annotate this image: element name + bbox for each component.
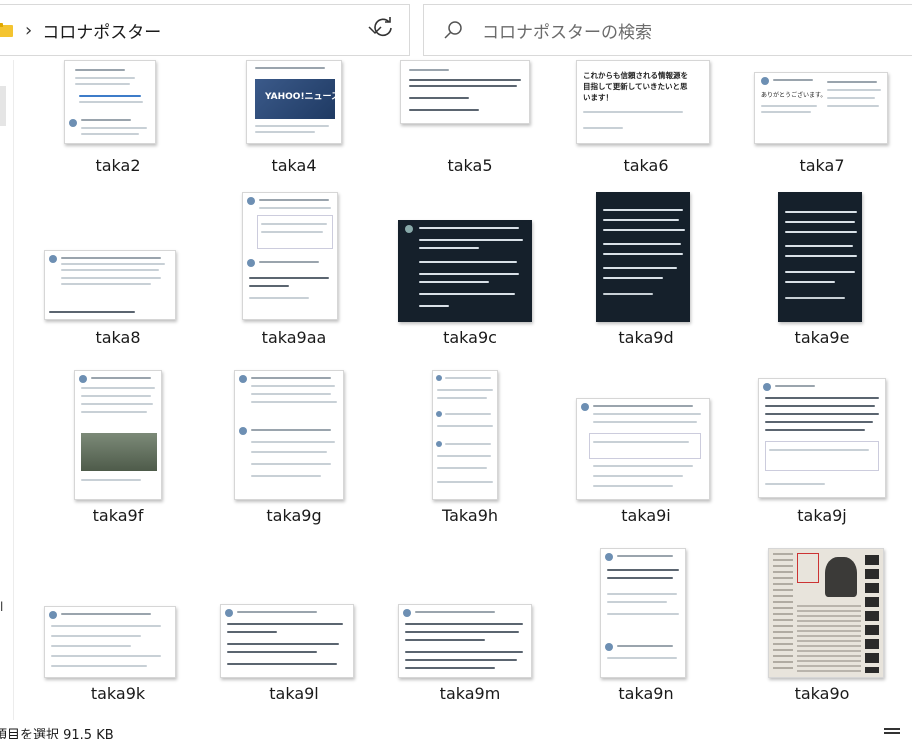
file-item[interactable]: taka9o: [734, 548, 910, 720]
thumb-text: います！: [583, 93, 613, 102]
file-name[interactable]: taka9c: [382, 328, 558, 347]
file-name[interactable]: taka9d: [558, 328, 734, 347]
file-thumbnail: [64, 60, 156, 144]
file-name[interactable]: taka9aa: [206, 328, 382, 347]
file-thumbnail: YAHOO!ニュース: [246, 60, 342, 144]
file-item[interactable]: taka9g: [206, 370, 382, 542]
file-thumbnail: [576, 398, 710, 500]
file-name[interactable]: taka9g: [206, 506, 382, 525]
chevron-right-icon[interactable]: ›: [25, 20, 32, 41]
file-item[interactable]: taka9c: [382, 192, 558, 364]
file-name[interactable]: taka5: [382, 156, 558, 175]
file-name[interactable]: taka2: [30, 156, 206, 175]
file-thumbnail: [400, 60, 530, 124]
file-item[interactable]: taka9n: [558, 548, 734, 720]
address-bar[interactable]: › コロナポスター: [0, 4, 410, 56]
file-name[interactable]: taka4: [206, 156, 382, 175]
file-name[interactable]: taka9i: [558, 506, 734, 525]
status-text: 項目を選択 91.5 KB: [0, 728, 114, 739]
file-thumbnail: [44, 250, 176, 320]
file-name[interactable]: taka9k: [30, 684, 206, 703]
top-bar: › コロナポスター コロナポスターの検索: [0, 0, 912, 60]
nav-selection-marker: [0, 86, 6, 126]
file-thumbnail: [432, 370, 498, 500]
file-item[interactable]: taka8: [30, 192, 206, 364]
file-item[interactable]: Taka9h: [382, 370, 558, 542]
file-name[interactable]: taka9o: [734, 684, 910, 703]
file-item[interactable]: taka9d: [558, 192, 734, 364]
file-name[interactable]: taka7: [734, 156, 910, 175]
file-thumbnail: [600, 548, 686, 678]
file-name[interactable]: taka9e: [734, 328, 910, 347]
search-input[interactable]: コロナポスターの検索: [482, 18, 652, 43]
file-item[interactable]: taka9i: [558, 370, 734, 542]
file-name[interactable]: taka9m: [382, 684, 558, 703]
file-name[interactable]: taka8: [30, 328, 206, 347]
file-thumbnail: [398, 604, 532, 678]
refresh-icon[interactable]: [372, 16, 394, 38]
search-box[interactable]: コロナポスターの検索: [423, 4, 912, 56]
folder-icon: [0, 23, 15, 37]
file-thumbnail: [768, 548, 884, 678]
file-item[interactable]: taka9m: [382, 548, 558, 720]
file-item[interactable]: taka9e: [734, 192, 910, 364]
file-grid: taka2 YAHOO!ニュース taka4 taka5 これからも信頼される情…: [30, 60, 910, 720]
file-name[interactable]: taka9n: [558, 684, 734, 703]
file-thumbnail: [778, 192, 862, 322]
file-name[interactable]: taka9j: [734, 506, 910, 525]
file-item[interactable]: taka9k: [30, 548, 206, 720]
file-thumbnail: ありがとうございます。: [754, 72, 888, 144]
file-thumbnail: [234, 370, 344, 500]
file-item[interactable]: taka9aa: [206, 192, 382, 364]
navigation-pane[interactable]: l: [0, 60, 14, 720]
file-name[interactable]: taka9l: [206, 684, 382, 703]
file-item[interactable]: taka9f: [30, 370, 206, 542]
file-thumbnail: [758, 378, 886, 498]
file-thumbnail: [596, 192, 690, 322]
yahoo-news-logo: YAHOO!ニュース: [265, 92, 341, 102]
nav-glyph: l: [0, 600, 4, 614]
file-thumbnail: [44, 606, 176, 678]
status-bar: 項目を選択 91.5 KB: [0, 720, 912, 739]
file-thumbnail: [74, 370, 162, 500]
search-icon: [444, 21, 462, 39]
thumb-text: これからも信頼される情報源を: [583, 71, 688, 80]
details-view-icon[interactable]: [884, 728, 904, 738]
file-item[interactable]: taka9l: [206, 548, 382, 720]
file-name[interactable]: Taka9h: [382, 506, 558, 525]
file-thumbnail: [242, 192, 338, 320]
thumb-text: ありがとうございます。: [761, 92, 827, 99]
breadcrumb[interactable]: コロナポスター: [42, 18, 161, 43]
file-name[interactable]: taka6: [558, 156, 734, 175]
thumb-text: 目指して更新していきたいと思: [583, 82, 688, 91]
file-name[interactable]: taka9f: [30, 506, 206, 525]
file-thumbnail: これからも信頼される情報源を 目指して更新していきたいと思 います！: [576, 60, 710, 144]
file-thumbnail: [398, 220, 532, 322]
file-item[interactable]: taka9j: [734, 370, 910, 542]
file-thumbnail: [220, 604, 354, 678]
